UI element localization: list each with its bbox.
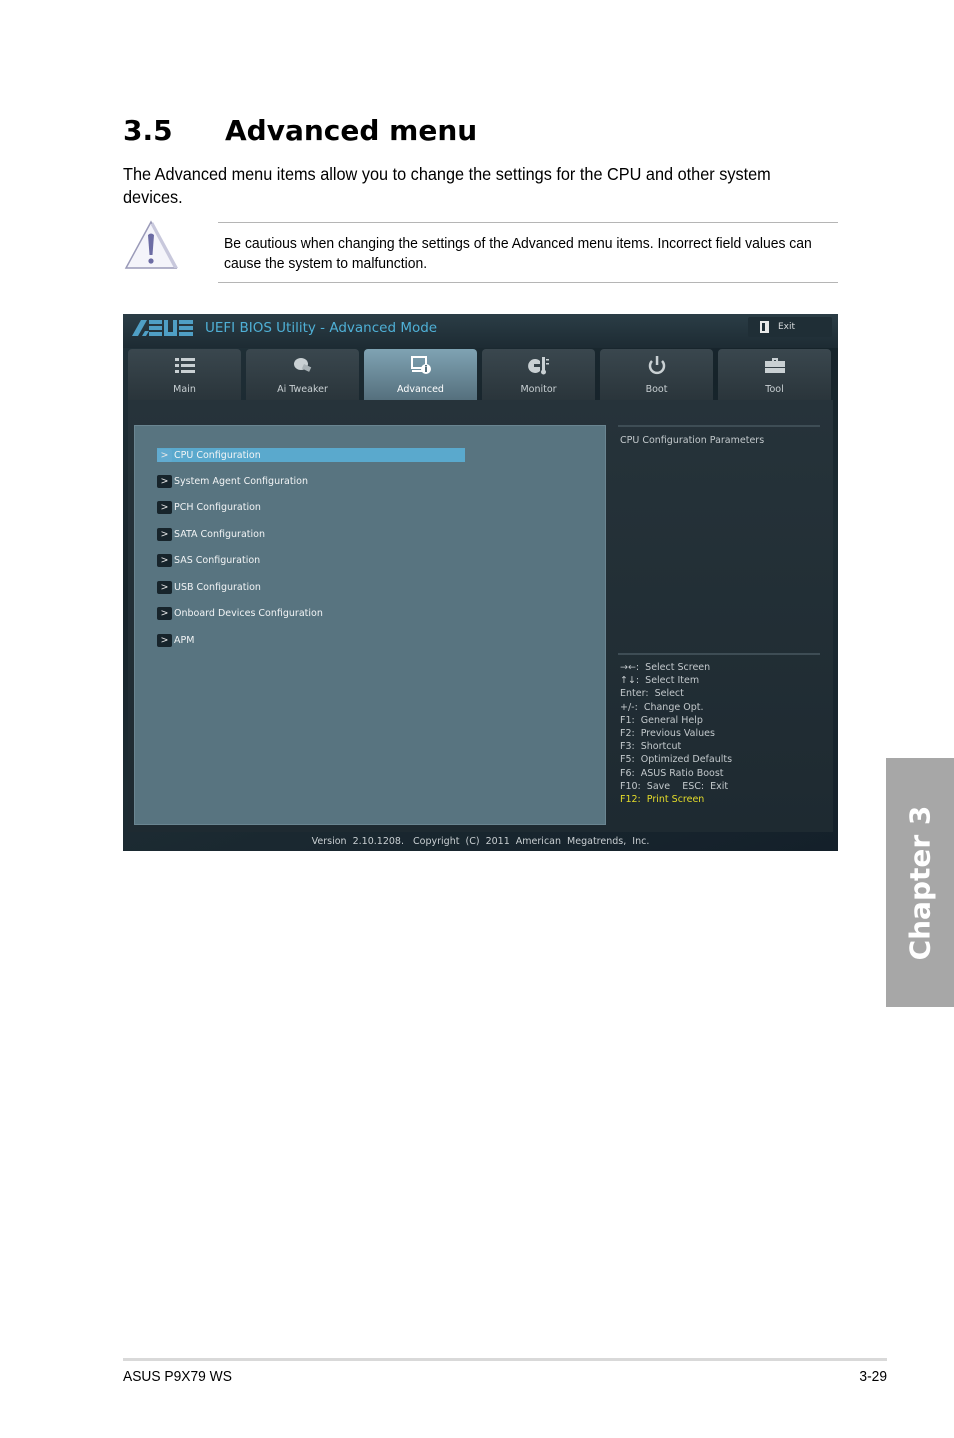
tab-tool[interactable]: Tool [718,349,831,400]
section-title: Advanced menu [225,114,478,147]
menu-item-cpu-configuration[interactable]: > CPU Configuration [157,448,465,462]
key-hint: F2: Previous Values [620,728,715,740]
tab-boot[interactable]: Boot [600,349,713,400]
tab-label: Ai Tweaker [277,384,328,395]
tab-label: Tool [765,384,784,395]
help-description: CPU Configuration Parameters [620,435,765,446]
menu-label: APM [174,634,195,646]
section-number: 3.5 [123,114,173,147]
menu-label: SATA Configuration [174,528,265,540]
key-hint: F3: Shortcut [620,741,682,753]
key-hint: ↑↓: Select Item [620,675,700,687]
exit-label: Exit [778,322,796,332]
submenu-arrow-icon: > [157,500,172,514]
submenu-arrow-icon: > [157,580,172,594]
bios-body: > CPU Configuration > System Agent Confi… [128,400,833,832]
key-hint: F1: General Help [620,714,703,726]
tab-main[interactable]: Main [128,349,241,400]
menu-label: System Agent Configuration [174,475,309,487]
help-panel: CPU Configuration Parameters →←: Select … [618,425,820,825]
key-hint: F5: Optimized Defaults [620,754,733,766]
tab-ai-tweaker[interactable]: Ai Tweaker [246,349,359,400]
tweaker-icon [293,358,311,372]
tab-label: Advanced [397,384,444,395]
tab-advanced[interactable]: Advanced [364,349,477,400]
key-legend: →←: Select Screen ↑↓: Select Item Enter:… [620,661,732,806]
menu-item-usb-configuration[interactable]: > USB Configuration [157,580,261,594]
footer-divider [123,1358,887,1361]
menu-item-apm[interactable]: > APM [157,633,194,647]
tab-monitor[interactable]: Monitor [482,349,595,400]
key-hint-print-screen: F12: Print Screen [620,794,705,806]
menu-label: Onboard Devices Configuration [174,607,323,619]
menu-label: CPU Configuration [174,449,261,461]
toolbox-icon [764,358,785,373]
tab-label: Boot [645,384,668,395]
help-divider [618,425,820,427]
menu-item-onboard-devices-configuration[interactable]: > Onboard Devices Configuration [157,606,323,620]
exit-button[interactable]: Exit [748,317,832,337]
advanced-icon [410,356,431,374]
chapter-label: Chapter 3 [903,805,937,960]
tab-label: Main [173,384,196,395]
exit-door-icon [760,321,769,333]
submenu-arrow-icon: > [157,606,172,620]
submenu-arrow-icon: > [157,474,172,488]
bios-version-footer: Version 2.10.1208. Copyright (C) 2011 Am… [311,836,650,847]
footer-product: ASUS P9X79 WS [123,1368,232,1385]
bios-header: UEFI BIOS Utility - Advanced Mode Exit [123,314,838,348]
bios-screenshot: UEFI BIOS Utility - Advanced Mode Exit M… [123,314,838,851]
menu-item-pch-configuration[interactable]: > PCH Configuration [157,500,261,514]
submenu-arrow-icon: > [157,448,172,462]
menu-label: USB Configuration [174,581,261,593]
help-divider [618,653,820,655]
power-icon [648,356,665,375]
key-hint: →←: Select Screen [620,662,711,673]
key-hint: Enter: Select [620,688,684,700]
menu-panel: > CPU Configuration > System Agent Confi… [134,425,606,825]
menu-item-system-agent-configuration[interactable]: > System Agent Configuration [157,474,308,488]
tab-label: Monitor [520,384,557,395]
asus-logo [132,320,193,336]
menu-label: PCH Configuration [174,501,261,513]
submenu-arrow-icon: > [157,527,172,541]
menu-item-sas-configuration[interactable]: > SAS Configuration [157,553,260,567]
bios-tabs: Main Ai Tweaker Advanced Monitor Boot To… [128,349,833,400]
caution-note: Be cautious when changing the settings o… [218,222,838,283]
menu-item-sata-configuration[interactable]: > SATA Configuration [157,527,265,541]
warning-icon [124,220,178,269]
key-hint: F6: ASUS Ratio Boost [620,767,724,779]
submenu-arrow-icon: > [157,633,172,647]
key-hint: +/-: Change Opt. [620,701,704,713]
submenu-arrow-icon: > [157,553,172,567]
caution-text: Be cautious when changing the settings o… [224,235,812,272]
chapter-tab: Chapter 3 [886,758,954,1007]
footer-page-number: 3-29 [859,1368,887,1385]
intro-paragraph: The Advanced menu items allow you to cha… [123,164,771,207]
bios-title: UEFI BIOS Utility - Advanced Mode [205,320,438,336]
list-icon [174,358,195,373]
section-heading: 3.5 Advanced menu [123,114,477,147]
menu-label: SAS Configuration [174,554,261,566]
monitor-icon [527,357,549,375]
key-hint: F10: Save ESC: Exit [620,780,729,792]
